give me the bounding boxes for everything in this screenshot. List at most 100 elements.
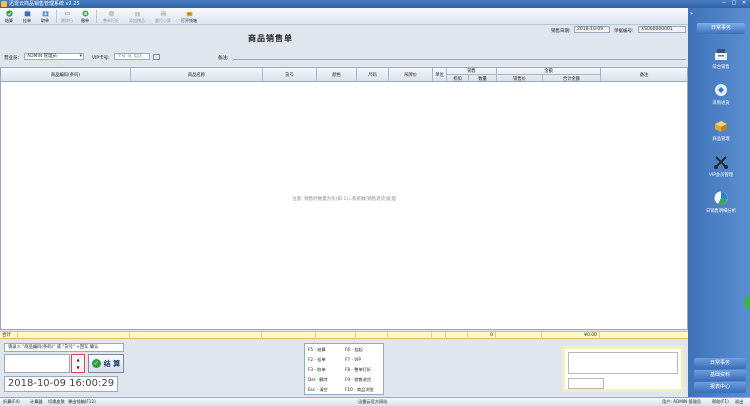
totals-label: 合计 (0, 332, 18, 339)
toolbar-discount-button[interactable]: 整单打折 (100, 8, 122, 24)
vip-card-label: VIP卡号: (92, 56, 110, 61)
shortcut-panel: F5 - 结算 F6 - 挂起 F2 - 挂单 F7 - VIP F3 - 取单… (304, 343, 384, 395)
col-unit[interactable]: 单位 (433, 68, 447, 82)
remark-input[interactable] (233, 53, 686, 60)
chevron-up-icon[interactable]: ▲ (76, 357, 79, 362)
checkout-button[interactable]: ✓ 结 算 (88, 354, 124, 373)
toolbar-reprint-button[interactable]: 重打小票 (152, 8, 174, 24)
toolbar-label: 删除行 (61, 18, 73, 23)
sidebar-item-label: 采购进货 (712, 101, 730, 106)
toolbar-label: 取单 (41, 18, 49, 23)
maximize-button[interactable]: □ (730, 0, 738, 7)
col-quantity[interactable]: 数量 (469, 75, 497, 82)
grid-empty-message: 注意: 销售时数量为负(如-1)=系统做[销售退货]处理 (292, 197, 396, 202)
minimize-button[interactable]: ─ (720, 0, 728, 7)
sale-date-field: 2018-10-09 (574, 26, 610, 33)
toolbar-divider (56, 10, 57, 23)
sidebar-header[interactable]: 日常事务 (697, 23, 745, 34)
delete-row-icon (64, 12, 70, 15)
toolbar-label: 打开钱箱 (181, 18, 197, 23)
col-color[interactable]: 颜色 (317, 68, 357, 82)
status-bar: 折算(F4) 计算器 切换皮肤 弹出钱箱(F12) 迅雷云官方网站 用户: AD… (0, 397, 750, 406)
status-skin[interactable]: 切换皮肤 (48, 398, 65, 406)
col-remark[interactable]: 备注 (601, 68, 687, 82)
shortcut-item: F5 - 结算 (308, 347, 326, 352)
col-tag-price[interactable]: 吊牌价 (389, 68, 433, 82)
collapse-icon[interactable]: » (690, 11, 693, 17)
col-article-no[interactable]: 货号 (263, 68, 317, 82)
vip-lookup-icon[interactable] (153, 54, 160, 60)
toolbar-label: 整单打折 (103, 18, 119, 23)
toolbar-cash-drawer-button[interactable]: 打开钱箱 (178, 8, 200, 24)
sidebar: » 日常事务 前台销售 采购进货 商品管理 VIP会员管理 日销售明细分析 日常… (688, 8, 750, 397)
window-title: 迅雷云商品销售管理系统 v2.25 (9, 1, 80, 7)
toolbar-hold-order-button[interactable]: 挂单 (20, 8, 34, 24)
sales-grid: 商品编码(条码) 商品名称 货号 颜色 尺码 吊牌价 单位 销售 折扣 数量 金… (0, 67, 688, 330)
shortcut-item: Esc - 清空 (308, 387, 328, 392)
sidebar-item-vip[interactable]: VIP会员管理 (696, 154, 746, 184)
shortcut-item: F2 - 挂单 (308, 357, 326, 362)
totals-cell (356, 332, 388, 339)
status-website-link[interactable]: 迅雷云官方网站 (358, 398, 387, 406)
status-exit[interactable]: 退出 (735, 398, 743, 406)
sidebar-footer-basic[interactable]: 基础资料 (694, 370, 746, 381)
totals-row: 合计 0 ¥0.00 (0, 331, 688, 339)
sale-date-label: 销售日期: (551, 29, 571, 34)
cash-register-icon (715, 49, 727, 60)
col-item-name[interactable]: 商品名称 (131, 68, 263, 82)
chevron-down-icon[interactable]: ▼ (76, 365, 79, 370)
status-calculator[interactable]: 计算器 (30, 398, 43, 406)
sidebar-item-purchase[interactable]: 采购进货 (696, 82, 746, 112)
reprint-icon (160, 10, 166, 16)
shortcut-item: F8 - 整单打折 (345, 367, 372, 372)
col-sale-price[interactable]: 销售价 (497, 75, 543, 82)
sidebar-item-label: 日销售明细分析 (705, 209, 737, 214)
toolbar: 结算 挂单 取单 删除行 撤单 整单打折 添加赠品 重打小票 打开钱箱 (0, 8, 688, 25)
quantity-stepper[interactable]: ▲ ▼ (71, 354, 85, 373)
close-button[interactable]: ✕ (740, 0, 748, 7)
vip-card-placeholder: 卡号 或 电话 (117, 54, 143, 59)
grid-header: 商品编码(条码) 商品名称 货号 颜色 尺码 吊牌价 单位 销售 折扣 数量 金… (1, 68, 687, 82)
sidebar-item-label: 前台销售 (712, 65, 730, 70)
col-size[interactable]: 尺码 (357, 68, 389, 82)
retrieve-order-icon (42, 11, 48, 17)
col-item-code[interactable]: 商品编码(条码) (1, 68, 131, 82)
col-total-amount[interactable]: 合计金额 (543, 75, 601, 82)
toolbar-label: 撤单 (81, 18, 89, 23)
sidebar-item-analysis[interactable]: 日销售明细分析 (696, 190, 746, 220)
entry-panel: 请录入 "商品编码(条码)" 或 "货号" +回车 确认 ▲ ▼ ✓ 结 算 2… (0, 340, 688, 397)
sidebar-footer-reports[interactable]: 报表中心 (694, 382, 746, 393)
toolbar-label: 挂单 (23, 18, 31, 23)
floating-badge-icon[interactable] (744, 296, 750, 309)
toolbar-delete-row-button[interactable]: 删除行 (60, 8, 74, 24)
cancel-order-icon (81, 10, 89, 17)
shortcut-item: F9 - 销售退货 (345, 377, 372, 382)
shortcut-item: Del - 删除 (308, 377, 328, 382)
toolbar-checkout-button[interactable]: 结算 (2, 8, 16, 24)
totals-cell (262, 332, 316, 339)
status-cash-drawer[interactable]: 弹出钱箱(F12) (68, 398, 96, 406)
shortcut-item: F10 - 商品浏览 (345, 387, 374, 392)
status-help[interactable]: 帮助(F1) (712, 398, 729, 406)
sidebar-item-front-sales[interactable]: 前台销售 (696, 46, 746, 76)
vip-card-input[interactable]: 卡号 或 电话 (114, 53, 150, 60)
status-convert[interactable]: 折算(F4) (3, 398, 20, 406)
totals-cell (432, 332, 446, 339)
cash-drawer-icon (186, 12, 192, 17)
check-icon: ✓ (91, 359, 101, 368)
sidebar-footer-daily[interactable]: 日常事务 (694, 358, 746, 369)
toolbar-retrieve-order-button[interactable]: 取单 (38, 8, 52, 24)
toolbar-add-gift-button[interactable]: 添加赠品 (126, 8, 148, 24)
sidebar-item-label: VIP会员管理 (709, 173, 733, 178)
shortcut-item: F3 - 取单 (308, 367, 326, 372)
display-box (568, 352, 678, 374)
col-discount[interactable]: 折扣 (447, 75, 469, 82)
toolbar-label: 添加赠品 (129, 18, 145, 23)
sidebar-item-goods[interactable]: 商品管理 (696, 118, 746, 148)
title-bar: 迅雷云商品销售管理系统 v2.25 ─ □ ✕ (0, 0, 750, 8)
toolbar-cancel-order-button[interactable]: 撤单 (78, 8, 92, 24)
remark-label: 备注: (218, 56, 229, 61)
item-code-input[interactable] (4, 354, 70, 373)
salesperson-select[interactable]: ADMIN 管理员 (24, 53, 84, 60)
toolbar-label: 重打小票 (155, 18, 171, 23)
